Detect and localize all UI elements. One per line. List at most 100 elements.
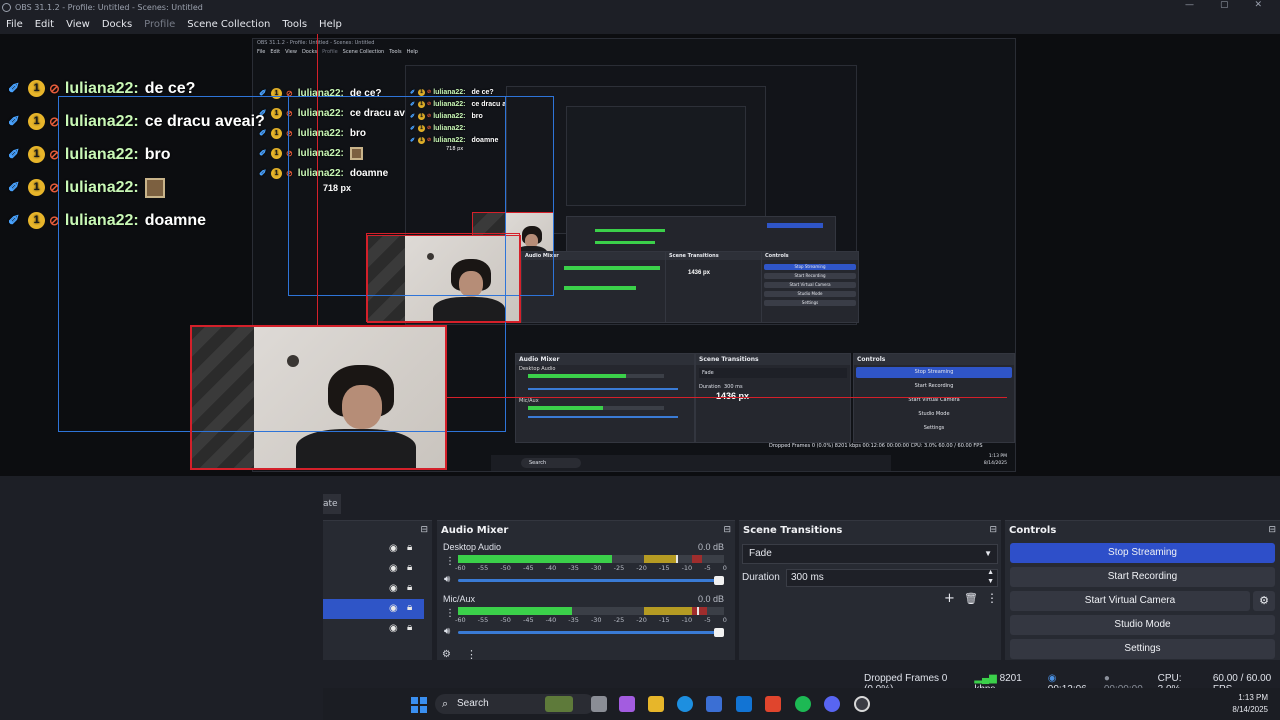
copilot-icon[interactable] bbox=[619, 696, 635, 712]
transition-select[interactable]: Fade ▼ bbox=[742, 544, 998, 564]
width-measure-label: 1436 px bbox=[716, 391, 750, 401]
eye-icon[interactable]: ◉ bbox=[389, 583, 398, 594]
start-virtual-camera-button[interactable]: Start Virtual Camera bbox=[1010, 591, 1250, 611]
inner-audio-title: Audio Mixer bbox=[516, 354, 694, 365]
menu-tools[interactable]: Tools bbox=[276, 19, 313, 30]
inner-duration-value: 300 ms bbox=[724, 384, 743, 390]
chat-user: luliana22: bbox=[433, 88, 466, 96]
kebab-icon[interactable]: ⋮ bbox=[445, 556, 455, 567]
add-transition-icon[interactable]: + bbox=[944, 591, 955, 606]
scenes-tab-fragment[interactable]: ate bbox=[323, 494, 341, 514]
sword-icon: ✐ bbox=[8, 146, 20, 162]
windows-start-icon[interactable] bbox=[411, 697, 427, 713]
spotify-icon[interactable] bbox=[795, 696, 811, 712]
close-button[interactable]: ✕ bbox=[1254, 0, 1262, 10]
nested-transitions: Scene Transitions 1436 px bbox=[665, 251, 763, 323]
source-row[interactable]: ◉ 🔒︎ bbox=[323, 559, 424, 579]
tick: -15 bbox=[658, 564, 670, 572]
duration-input[interactable]: 300 ms ▲ ▼ bbox=[786, 569, 998, 587]
file-explorer-icon[interactable] bbox=[648, 696, 664, 712]
transitions-title: Scene Transitions bbox=[743, 524, 843, 536]
slider-knob[interactable] bbox=[714, 628, 724, 637]
obs-taskbar-icon[interactable] bbox=[854, 696, 870, 712]
mixer-menu-icon[interactable]: ⋮ bbox=[466, 648, 477, 661]
dock-menu-icon[interactable]: ⊟ bbox=[420, 525, 428, 535]
settings-button[interactable]: Settings bbox=[1010, 639, 1275, 659]
volume-slider[interactable] bbox=[458, 628, 724, 637]
menu-scene-collection[interactable]: Scene Collection bbox=[181, 19, 276, 30]
menu-file[interactable]: File bbox=[0, 19, 29, 30]
source-row[interactable]: ◉ 🔒︎ bbox=[323, 539, 424, 559]
eye-icon[interactable]: ◉ bbox=[389, 603, 398, 614]
tick: -30 bbox=[590, 564, 602, 572]
source-row-selected[interactable]: ◉ 🔒︎ bbox=[323, 599, 424, 619]
peak-marker bbox=[697, 607, 700, 615]
speaker-icon[interactable]: 🔊︎ bbox=[444, 626, 450, 637]
trash-icon[interactable]: 🗑︎ bbox=[964, 592, 978, 605]
tick: 0 bbox=[722, 616, 727, 624]
eye-icon[interactable]: ◉ bbox=[389, 623, 398, 634]
inner-search: Search bbox=[521, 458, 581, 468]
dock-menu-icon[interactable]: ⊟ bbox=[723, 525, 731, 535]
lock-icon[interactable]: 🔒︎ bbox=[407, 622, 412, 633]
outlook-icon[interactable] bbox=[736, 696, 752, 712]
eye-icon[interactable]: ◉ bbox=[389, 543, 398, 554]
lock-icon[interactable]: 🔒︎ bbox=[407, 542, 412, 553]
badge-icon: 1 bbox=[28, 212, 45, 229]
meter-ticks: -60 -55 -50 -45 -40 -35 -30 -25 -20 -15 -10 -5 0 bbox=[455, 564, 727, 572]
tick: 0 bbox=[722, 564, 727, 572]
nested-menu: File Edit View Docks Profile Scene Colle… bbox=[257, 49, 418, 55]
transition-menu-icon[interactable]: ⋮ bbox=[986, 591, 998, 605]
program-preview[interactable]: OBS 31.1.2 - Profile: Untitled - Scenes:… bbox=[0, 34, 1280, 476]
edge-icon[interactable] bbox=[677, 696, 693, 712]
inner-duration-label: Duration bbox=[699, 384, 721, 390]
dock-menu-icon[interactable]: ⊟ bbox=[1268, 525, 1276, 535]
nested-start-recording: Start Recording bbox=[764, 273, 856, 279]
window-controls: — ▢ ✕ bbox=[1185, 0, 1262, 10]
kebab-icon[interactable]: ⋮ bbox=[445, 608, 455, 619]
menu-profile[interactable]: Profile bbox=[138, 19, 181, 30]
slider-knob[interactable] bbox=[714, 576, 724, 585]
inner-stop-streaming: Stop Streaming bbox=[856, 367, 1012, 378]
maximize-button[interactable]: ▢ bbox=[1220, 0, 1229, 10]
taskbar-clock[interactable]: 1:13 PM 8/14/2025 bbox=[1232, 692, 1268, 716]
nested-preview-4 bbox=[566, 106, 746, 206]
tick: -15 bbox=[658, 616, 670, 624]
source-row[interactable]: ◉ 🔒︎ bbox=[323, 579, 424, 599]
inner-taskbar: Search bbox=[491, 455, 891, 471]
menu-view[interactable]: View bbox=[60, 19, 96, 30]
brave-icon[interactable] bbox=[765, 696, 781, 712]
chat-user: luliana22: bbox=[64, 79, 139, 97]
source-row[interactable]: ◉ 🔒︎ bbox=[323, 619, 424, 639]
lock-icon[interactable]: 🔒︎ bbox=[407, 602, 412, 613]
menu-docks[interactable]: Docks bbox=[96, 19, 138, 30]
start-recording-button[interactable]: Start Recording bbox=[1010, 567, 1275, 587]
peak-marker bbox=[676, 555, 679, 563]
task-view-icon[interactable] bbox=[591, 696, 607, 712]
clock-date: 8/14/2025 bbox=[1232, 705, 1268, 714]
spinner-icon[interactable]: ▲ ▼ bbox=[987, 568, 994, 586]
store-icon[interactable] bbox=[706, 696, 722, 712]
audio-mixer-header: Audio Mixer ⊟ bbox=[437, 521, 735, 539]
dock-menu-icon[interactable]: ⊟ bbox=[989, 525, 997, 535]
menu-help[interactable]: Help bbox=[313, 19, 348, 30]
eye-icon[interactable]: ◉ bbox=[389, 563, 398, 574]
speaker-icon[interactable]: 🔊︎ bbox=[444, 574, 450, 585]
inner-date: 8/14/2025 bbox=[983, 461, 1007, 466]
studio-mode-button[interactable]: Studio Mode bbox=[1010, 615, 1275, 635]
window-titlebar: OBS 31.1.2 - Profile: Untitled - Scenes:… bbox=[0, 0, 1280, 14]
clock-time: 1:13 PM bbox=[1238, 693, 1268, 702]
mixer-settings-icon[interactable]: ⚙ bbox=[442, 649, 451, 660]
tick: -60 bbox=[455, 616, 466, 624]
virtual-camera-settings-icon[interactable]: ⚙ bbox=[1253, 591, 1275, 611]
stop-streaming-button[interactable]: Stop Streaming bbox=[1010, 543, 1275, 563]
widget-icon[interactable] bbox=[545, 696, 573, 712]
discord-icon[interactable] bbox=[824, 696, 840, 712]
webcam-selection-box[interactable] bbox=[190, 325, 447, 470]
selection-box-medium-outer bbox=[366, 233, 520, 322]
minimize-button[interactable]: — bbox=[1185, 0, 1194, 10]
lock-icon[interactable]: 🔒︎ bbox=[407, 582, 412, 593]
volume-slider[interactable] bbox=[458, 576, 724, 585]
menu-edit[interactable]: Edit bbox=[29, 19, 60, 30]
lock-icon[interactable]: 🔒︎ bbox=[407, 562, 412, 573]
